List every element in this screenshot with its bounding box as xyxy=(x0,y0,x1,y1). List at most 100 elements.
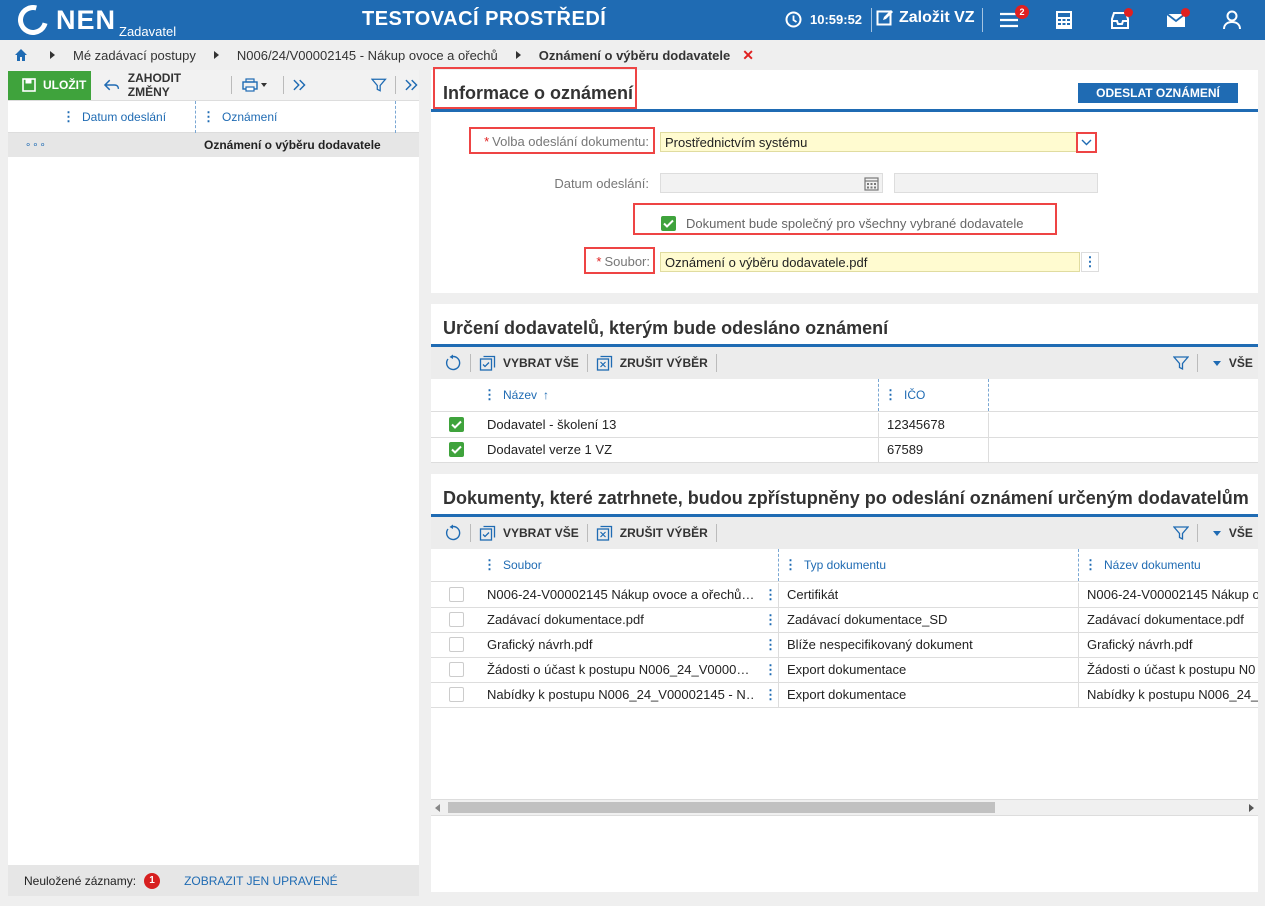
kebab-icon[interactable]: ⋮ xyxy=(884,387,897,403)
document-type: Blíže nespecifikovaný dokument xyxy=(787,637,973,652)
double-chevron-icon[interactable] xyxy=(292,78,307,92)
column-header-name[interactable]: ⋮ Název ↑ xyxy=(483,379,549,411)
kebab-icon[interactable]: ⋮ xyxy=(764,612,777,628)
table-row[interactable]: Grafický návrh.pdf ⋮ Blíže nespecifikova… xyxy=(431,633,1258,658)
deselect-button[interactable]: ZRUŠIT VÝBĚR xyxy=(596,355,708,372)
row-checkbox[interactable] xyxy=(449,417,464,432)
table-row[interactable]: Zadávací dokumentace.pdf ⋮ Zadávací doku… xyxy=(431,608,1258,633)
file-value: Oznámení o výběru dodavatele.pdf xyxy=(665,255,868,270)
view-all-dropdown[interactable]: VŠE xyxy=(1212,526,1253,540)
column-header-type[interactable]: ⋮ Typ dokumentu xyxy=(784,549,886,581)
print-menu-button[interactable] xyxy=(242,78,275,92)
filter-icon[interactable] xyxy=(1172,525,1189,541)
kebab-icon[interactable]: ⋮ xyxy=(1084,557,1097,573)
send-method-select[interactable]: Prostřednictvím systému xyxy=(660,132,1096,152)
row-checkbox[interactable] xyxy=(449,662,464,677)
clock-time: 10:59:52 xyxy=(810,12,863,27)
breadcrumb-arrow-icon xyxy=(213,51,219,59)
breadcrumb-item-current: Oznámení o výběru dodavatele xyxy=(538,47,731,63)
double-chevron-icon[interactable] xyxy=(404,78,419,92)
new-vz-button[interactable]: Založit VZ xyxy=(876,9,975,27)
nen-logo[interactable]: NEN Zadavatel xyxy=(12,0,176,41)
section-rule xyxy=(431,109,1258,112)
scrollbar-thumb[interactable] xyxy=(448,802,995,813)
suppliers-grid-header: ⋮ Název ↑ ⋮ IČO xyxy=(431,379,1258,412)
refresh-icon[interactable] xyxy=(444,524,462,542)
kebab-icon[interactable]: ⋮ xyxy=(764,687,777,703)
show-modified-link[interactable]: ZOBRAZIT JEN UPRAVENÉ xyxy=(184,874,338,888)
row-checkbox[interactable] xyxy=(449,442,464,457)
column-header-doc-name[interactable]: ⋮ Název dokumentu xyxy=(1084,549,1201,581)
column-doc-name-label: Název dokumentu xyxy=(1104,558,1201,572)
kebab-icon[interactable]: ⋮ xyxy=(483,557,496,573)
kebab-icon[interactable]: ⋮ xyxy=(764,637,777,653)
column-header-date[interactable]: ⋮ Datum odeslání xyxy=(62,101,166,133)
kebab-icon[interactable]: ⋮ xyxy=(764,662,777,678)
deselect-label: ZRUŠIT VÝBĚR xyxy=(619,356,708,370)
breadcrumb-item-procedure[interactable]: N006/24/V00002145 - Nákup ovoce a ořechů xyxy=(237,48,498,63)
filter-icon[interactable] xyxy=(371,77,387,93)
common-document-checkbox[interactable] xyxy=(661,216,676,231)
row-checkbox[interactable] xyxy=(449,637,464,652)
logo-ring-icon xyxy=(12,0,54,41)
column-divider xyxy=(878,438,879,462)
kebab-icon[interactable]: ⋮ xyxy=(784,557,797,573)
file-field[interactable]: Oznámení o výběru dodavatele.pdf xyxy=(660,252,1080,272)
home-icon[interactable] xyxy=(14,48,28,62)
row-checkbox[interactable] xyxy=(449,612,464,627)
chevron-down-icon[interactable] xyxy=(1076,132,1097,153)
time-input[interactable] xyxy=(894,173,1098,193)
scroll-right-icon[interactable] xyxy=(1249,804,1254,812)
horizontal-scrollbar[interactable] xyxy=(431,799,1258,816)
deselect-button[interactable]: ZRUŠIT VÝBĚR xyxy=(596,525,708,542)
select-all-button[interactable]: VYBRAT VŠE xyxy=(479,355,579,372)
column-divider xyxy=(1078,583,1079,607)
column-header-file[interactable]: ⋮ Soubor xyxy=(483,549,542,581)
table-row[interactable]: N006-24-V00002145 Nákup ovoce a ořechů… … xyxy=(431,583,1258,608)
send-notice-button[interactable]: ODESLAT OZNÁMENÍ xyxy=(1078,83,1238,103)
calculator-icon[interactable] xyxy=(1053,9,1075,31)
table-row[interactable]: Nabídky k postupu N006_24_V00002145 - N…… xyxy=(431,683,1258,708)
table-row[interactable]: Dodavatel verze 1 VZ 67589 xyxy=(431,438,1258,463)
column-header-notice[interactable]: ⋮ Oznámení xyxy=(202,101,277,133)
select-all-button[interactable]: VYBRAT VŠE xyxy=(479,525,579,542)
table-row[interactable]: Žádosti o účast k postupu N006_24_V0000…… xyxy=(431,658,1258,683)
discard-label: ZAHODIT ZMĚNY xyxy=(127,71,182,99)
kebab-icon[interactable]: ⋮ xyxy=(764,587,777,603)
close-icon[interactable]: ✕ xyxy=(742,47,754,64)
refresh-icon[interactable] xyxy=(444,354,462,372)
user-icon[interactable] xyxy=(1221,9,1243,31)
sort-ascending-icon[interactable]: ↑ xyxy=(543,388,549,402)
column-divider xyxy=(778,608,779,632)
column-header-ico[interactable]: ⋮ IČO xyxy=(884,379,925,411)
discard-changes-button[interactable]: ZAHODIT ZMĚNY xyxy=(103,71,222,99)
row-menu-icon[interactable]: ∘∘∘ xyxy=(25,140,47,151)
date-input[interactable] xyxy=(660,173,883,193)
column-divider xyxy=(878,379,879,411)
scroll-left-icon[interactable] xyxy=(435,804,440,812)
top-bar: NEN Zadavatel TESTOVACÍ PROSTŘEDÍ 10:59:… xyxy=(0,0,1265,41)
row-checkbox[interactable] xyxy=(449,687,464,702)
row-checkbox[interactable] xyxy=(449,587,464,602)
divider xyxy=(470,524,471,542)
kebab-icon[interactable]: ⋮ xyxy=(483,387,496,403)
date-label: Datum odeslání: xyxy=(554,176,649,191)
calendar-icon[interactable] xyxy=(864,176,879,191)
save-button[interactable]: ULOŽIT xyxy=(8,70,92,100)
breadcrumb-item-procedures[interactable]: Mé zadávací postupy xyxy=(73,48,196,63)
supplier-name: Dodavatel verze 1 VZ xyxy=(487,442,613,457)
suppliers-card: Určení dodavatelů, kterým bude odesláno … xyxy=(431,304,1258,463)
kebab-icon[interactable]: ⋮ xyxy=(62,109,75,125)
divider xyxy=(586,524,588,542)
file-menu-icon[interactable]: ⋮ xyxy=(1081,252,1099,272)
column-divider xyxy=(778,658,779,682)
check-icon xyxy=(451,420,462,429)
kebab-icon[interactable]: ⋮ xyxy=(202,109,215,125)
document-name: Grafický návrh.pdf xyxy=(1087,637,1193,652)
floppy-icon xyxy=(22,78,36,92)
view-all-dropdown[interactable]: VŠE xyxy=(1212,356,1253,370)
table-row[interactable]: Dodavatel - školení 13 12345678 xyxy=(431,413,1258,438)
filter-icon[interactable] xyxy=(1172,355,1189,371)
list-item[interactable]: ∘∘∘ Oznámení o výběru dodavatele xyxy=(8,133,419,157)
view-all-label: VŠE xyxy=(1228,526,1253,540)
